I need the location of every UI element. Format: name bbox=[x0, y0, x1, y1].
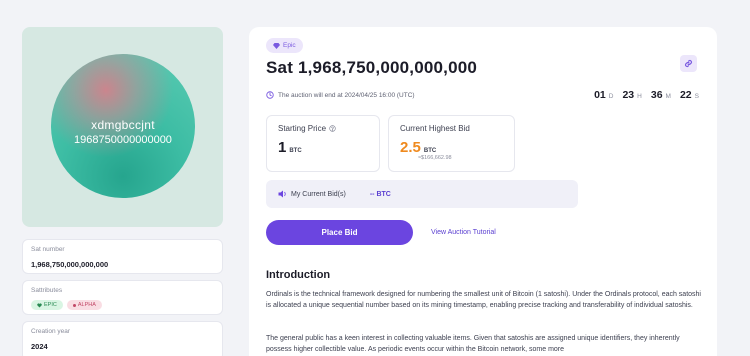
clock-icon bbox=[266, 91, 274, 99]
heart-icon bbox=[37, 303, 42, 307]
page-title: Sat 1,968,750,000,000,000 bbox=[266, 58, 478, 77]
help-icon[interactable] bbox=[329, 125, 336, 132]
sattributes-label: Sattributes bbox=[31, 287, 63, 294]
creation-year-label: Creation year bbox=[31, 328, 71, 335]
starting-price-unit: BTC bbox=[289, 148, 302, 154]
countdown-seconds-unit: S bbox=[694, 93, 699, 100]
creation-year-card: Creation year 2024 bbox=[22, 321, 223, 356]
countdown-days-unit: D bbox=[608, 93, 614, 100]
diamond-icon bbox=[273, 42, 280, 49]
sat-number-card: Sat number 1,968,750,000,000,000 bbox=[22, 239, 223, 274]
speaker-icon bbox=[278, 190, 286, 198]
starting-price-label: Starting Price bbox=[278, 124, 327, 133]
sat-artwork: xdmgbccjnt 1968750000000000 bbox=[22, 27, 223, 227]
my-bid-value: -- BTC bbox=[369, 190, 391, 198]
countdown-days: 01 bbox=[594, 89, 606, 101]
art-number: 1968750000000000 bbox=[74, 134, 172, 146]
countdown-hours: 23 bbox=[622, 89, 635, 101]
my-current-bid: My Current Bid(s) -- BTC bbox=[266, 180, 578, 208]
countdown-seconds: 22 bbox=[679, 89, 692, 101]
sat-number-value: 1,968,750,000,000,000 bbox=[31, 260, 109, 269]
introduction-paragraph-1: Ordinals is the technical framework desi… bbox=[266, 291, 701, 309]
place-bid-button[interactable]: Place Bid bbox=[266, 220, 413, 245]
highest-bid-label: Current Highest Bid bbox=[400, 124, 470, 133]
auction-end-text: The auction will end at 2024/04/25 16:00… bbox=[278, 91, 415, 99]
introduction-heading: Introduction bbox=[266, 269, 331, 281]
sattributes-card: Sattributes EPIC ALPHA bbox=[22, 280, 223, 315]
sat-orb: xdmgbccjnt 1968750000000000 bbox=[51, 54, 195, 198]
countdown-timer: 01 D 23 H 36 M 22 S bbox=[594, 89, 699, 101]
share-link-button[interactable] bbox=[680, 55, 697, 72]
tag-epic[interactable]: EPIC bbox=[31, 300, 63, 310]
highest-bid-unit: BTC bbox=[423, 148, 437, 154]
sat-number-label: Sat number bbox=[31, 246, 65, 253]
circle-icon bbox=[72, 303, 76, 307]
tag-alpha-label: ALPHA bbox=[77, 302, 96, 308]
auction-panel: Epic Sat 1,968,750,000,000,000 The aucti… bbox=[249, 27, 717, 356]
link-icon bbox=[684, 59, 693, 68]
auction-end-info: The auction will end at 2024/04/25 16:00… bbox=[266, 91, 415, 99]
rarity-badge-label: Epic bbox=[283, 42, 296, 49]
introduction-paragraph-2: The general public has a keen interest i… bbox=[266, 335, 680, 353]
highest-bid-usd: ≈$166,662.98 bbox=[418, 155, 452, 161]
tag-alpha[interactable]: ALPHA bbox=[66, 300, 102, 310]
art-name: xdmgbccjnt bbox=[91, 118, 155, 132]
view-auction-tutorial-link[interactable]: View Auction Tutorial bbox=[431, 229, 496, 236]
starting-price-card: Starting Price 1 BTC bbox=[266, 115, 380, 172]
highest-bid-value: 2.5 bbox=[400, 139, 421, 156]
countdown-minutes-unit: M bbox=[665, 93, 671, 100]
highest-bid-card: Current Highest Bid 2.5 BTC ≈$166,662.98 bbox=[388, 115, 515, 172]
my-bid-label: My Current Bid(s) bbox=[291, 190, 346, 198]
rarity-badge: Epic bbox=[266, 38, 303, 53]
starting-price-value: 1 bbox=[278, 139, 287, 156]
countdown-hours-unit: H bbox=[637, 93, 642, 100]
tag-epic-label: EPIC bbox=[44, 302, 57, 308]
creation-year-value: 2024 bbox=[31, 342, 48, 351]
countdown-minutes: 36 bbox=[650, 89, 663, 101]
